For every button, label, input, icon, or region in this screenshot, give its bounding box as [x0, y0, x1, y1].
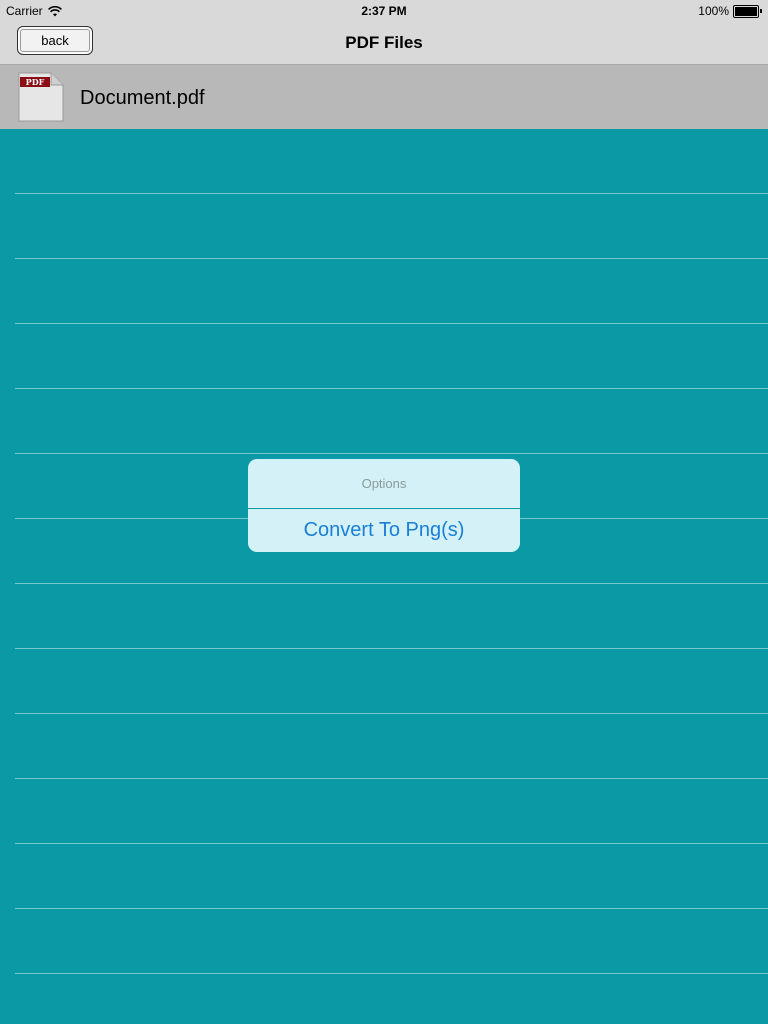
file-list-empty-area [0, 129, 768, 1024]
pdf-file-icon: PDF [18, 72, 64, 122]
pdf-icon-label: PDF [26, 77, 45, 87]
file-row-document[interactable]: PDF Document.pdf [0, 65, 768, 129]
navigation-bar: back PDF Files [0, 22, 768, 65]
popover-title: Options [361, 476, 407, 491]
row-separator [15, 388, 768, 389]
status-time: 2:37 PM [361, 4, 407, 18]
row-separator [15, 453, 768, 454]
options-popover: Options Convert To Png(s) [248, 459, 520, 552]
battery-icon [733, 4, 762, 18]
row-separator [15, 778, 768, 779]
page-title: PDF Files [345, 33, 423, 52]
row-separator [15, 583, 768, 584]
convert-to-png-button[interactable]: Convert To Png(s) [248, 509, 520, 552]
status-right: 100% [698, 4, 762, 18]
row-separator [15, 193, 768, 194]
row-separator [15, 648, 768, 649]
row-separator [15, 713, 768, 714]
row-separator [15, 258, 768, 259]
row-separator [15, 908, 768, 909]
row-separator [15, 973, 768, 974]
row-separator [15, 843, 768, 844]
row-separator [15, 323, 768, 324]
battery-percent: 100% [698, 4, 729, 18]
file-name: Document.pdf [80, 87, 205, 109]
status-bar: Carrier 2:37 PM 100% [0, 0, 768, 22]
